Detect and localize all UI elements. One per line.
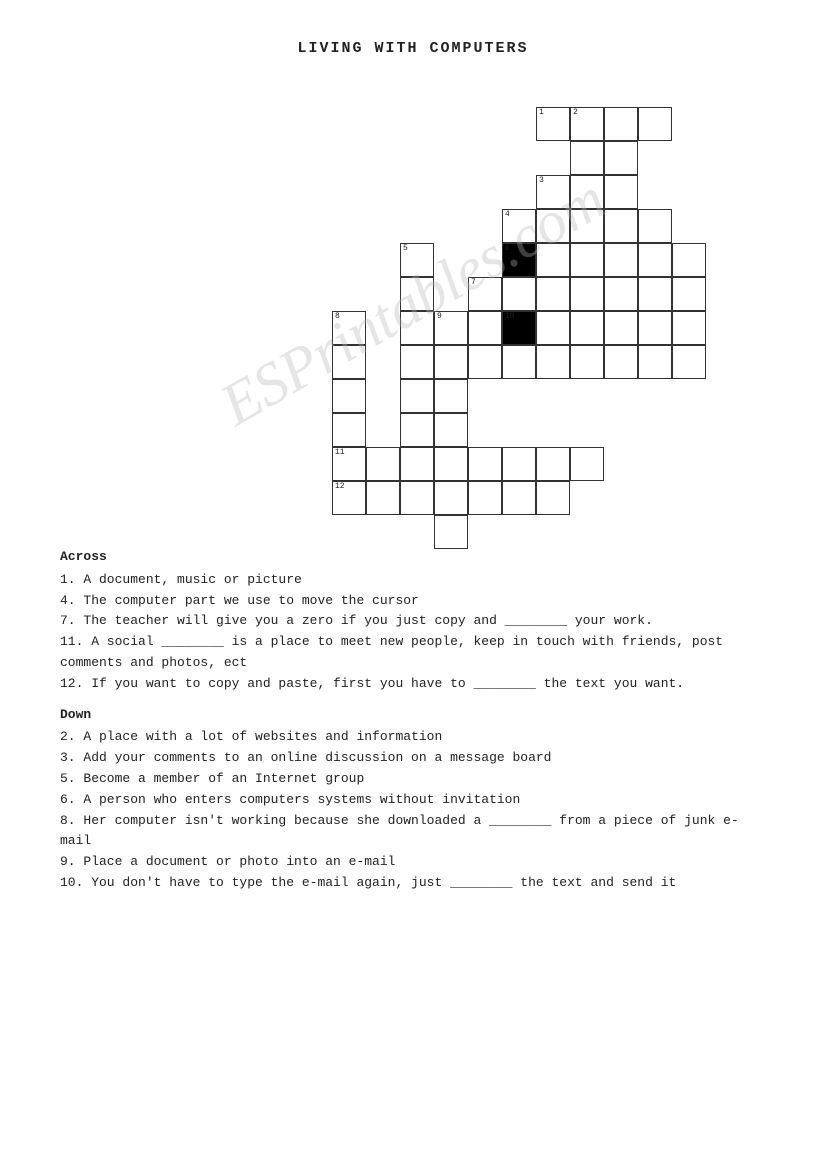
crossword-cell-11-0 [604, 107, 638, 141]
crossword-cell-9-0: 1 [536, 107, 570, 141]
crossword-cell-9-6 [536, 311, 570, 345]
crossword-cell-11-2 [604, 175, 638, 209]
page-title: LIVING WITH COMPUTERS [60, 40, 766, 57]
crossword-cell-9-3 [536, 209, 570, 243]
crossword-cell-3-8 [332, 379, 366, 413]
crossword-cell-5-11 [400, 481, 434, 515]
crossword-cell-6-11 [434, 481, 468, 515]
crossword-cell-10-4 [570, 243, 604, 277]
crossword-cell-7-7 [468, 345, 502, 379]
across-clue-1: 1. A document, music or picture [60, 570, 766, 591]
crossword-cell-9-5 [536, 277, 570, 311]
crossword-cell-9-2: 3 [536, 175, 570, 209]
crossword-cell-8-4: 6 [502, 243, 536, 277]
crossword-cell-10-1 [570, 141, 604, 175]
crossword-cell-13-4 [672, 243, 706, 277]
crossword-cell-10-3 [570, 209, 604, 243]
crossword-cell-6-10 [434, 447, 468, 481]
crossword-cell-8-7 [502, 345, 536, 379]
crossword-cell-12-4 [638, 243, 672, 277]
down-clue-3: 3. Add your comments to an online discus… [60, 748, 766, 769]
crossword-cell-11-3 [604, 209, 638, 243]
crossword-cell-7-6 [468, 311, 502, 345]
across-clue-11: 11. A social ________ is a place to meet… [60, 632, 766, 674]
crossword-cell-3-7 [332, 345, 366, 379]
crossword-cell-8-11 [502, 481, 536, 515]
crossword-cell-7-11 [468, 481, 502, 515]
crossword-cell-11-5 [604, 277, 638, 311]
down-clue-6: 6. A person who enters computers systems… [60, 790, 766, 811]
crossword-cell-11-4 [604, 243, 638, 277]
crossword-cell-6-9 [434, 413, 468, 447]
crossword-cell-10-7 [570, 345, 604, 379]
crossword-cell-10-10 [570, 447, 604, 481]
down-clue-8: 8. Her computer isn't working because sh… [60, 811, 766, 853]
crossword-cell-11-1 [604, 141, 638, 175]
crossword-cell-8-6: 10 [502, 311, 536, 345]
across-heading: Across [60, 547, 766, 568]
crossword-cell-6-7 [434, 345, 468, 379]
crossword-cell-4-11 [366, 481, 400, 515]
crossword-cell-8-3: 4 [502, 209, 536, 243]
crossword-cell-3-6: 8 [332, 311, 366, 345]
down-clue-5: 5. Become a member of an Internet group [60, 769, 766, 790]
crossword-cell-12-6 [638, 311, 672, 345]
down-clue-10: 10. You don't have to type the e-mail ag… [60, 873, 766, 894]
crossword-cell-3-9 [332, 413, 366, 447]
crossword-cell-6-12 [434, 515, 468, 549]
crossword-cell-10-5 [570, 277, 604, 311]
crossword-cell-9-11 [536, 481, 570, 515]
crossword-cell-6-8 [434, 379, 468, 413]
crossword-cell-5-9 [400, 413, 434, 447]
crossword-cell-10-0: 2 [570, 107, 604, 141]
crossword-cell-10-2 [570, 175, 604, 209]
crossword-cell-9-4 [536, 243, 570, 277]
crossword-cell-12-3 [638, 209, 672, 243]
crossword-cell-13-7 [672, 345, 706, 379]
crossword-cell-7-10 [468, 447, 502, 481]
crossword-cell-8-5 [502, 277, 536, 311]
crossword-cell-5-7 [400, 345, 434, 379]
crossword-cell-6-6: 9 [434, 311, 468, 345]
crossword-cell-9-7 [536, 345, 570, 379]
crossword-cell-9-10 [536, 447, 570, 481]
crossword-cell-3-10: 11 [332, 447, 366, 481]
crossword-cell-4-10 [366, 447, 400, 481]
crossword-cell-10-6 [570, 311, 604, 345]
crossword-cell-7-5: 7 [468, 277, 502, 311]
crossword-cell-11-6 [604, 311, 638, 345]
crossword-cell-8-10 [502, 447, 536, 481]
crossword-cell-12-0 [638, 107, 672, 141]
crossword-cell-12-5 [638, 277, 672, 311]
crossword-cell-3-11: 12 [332, 481, 366, 515]
crossword-cell-5-6 [400, 311, 434, 345]
clues-section: Across 1. A document, music or picture 4… [60, 547, 766, 894]
crossword-cell-5-4: 5 [400, 243, 434, 277]
crossword-cell-5-5 [400, 277, 434, 311]
crossword-cell-11-7 [604, 345, 638, 379]
crossword-cell-13-6 [672, 311, 706, 345]
down-clue-9: 9. Place a document or photo into an e-m… [60, 852, 766, 873]
crossword-cell-13-5 [672, 277, 706, 311]
down-clue-2: 2. A place with a lot of websites and in… [60, 727, 766, 748]
across-clue-7: 7. The teacher will give you a zero if y… [60, 611, 766, 632]
across-clue-4: 4. The computer part we use to move the … [60, 591, 766, 612]
crossword-cell-12-7 [638, 345, 672, 379]
crossword-area: ESPrintables.com /* Each cell is 34x34 w… [60, 87, 766, 517]
across-clue-12: 12. If you want to copy and paste, first… [60, 674, 766, 695]
crossword-cell-5-8 [400, 379, 434, 413]
crossword-cell-5-10 [400, 447, 434, 481]
down-heading: Down [60, 705, 766, 726]
